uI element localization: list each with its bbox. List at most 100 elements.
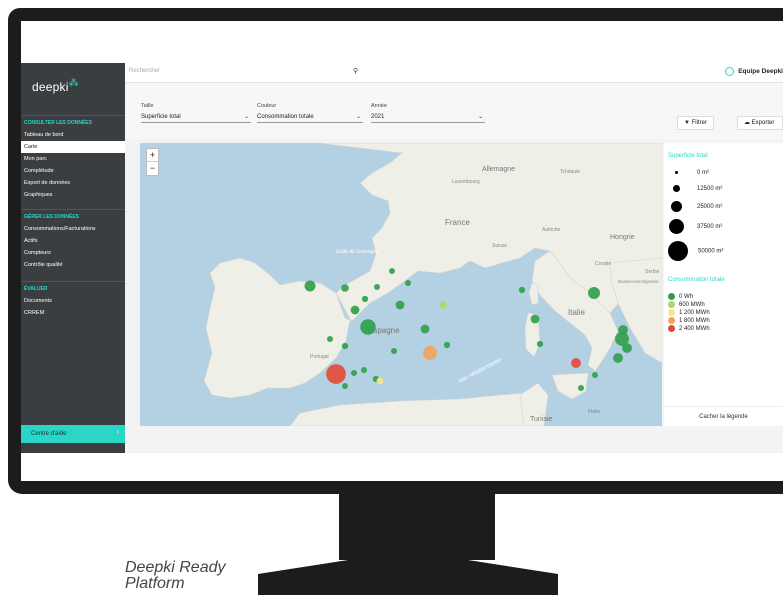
caption: Deepki Ready Platform [125,560,226,592]
size-filter-label: Taille [141,103,154,109]
map-label-portugal: Portugal [310,354,329,360]
asset-marker[interactable] [350,305,360,315]
sidebar-item[interactable]: CRREM [21,307,125,319]
color-legend-item: 0 Wh [668,293,693,300]
sidebar: deepki⁂ CONSULTER LES DONNÉES Tableau de … [21,63,125,453]
sidebar-item[interactable]: Carte [21,141,125,153]
asset-marker[interactable] [304,280,316,292]
logo: deepki⁂ [32,78,79,94]
screen-footer [21,453,783,481]
map-label-mer: Mer Méditerranée [458,357,503,385]
size-filter[interactable]: Taille Superficie total ⌄ [141,103,251,123]
map-label-allemagne: Allemagne [482,166,515,173]
help-center-button[interactable]: Centre d'aide › [21,425,125,443]
asset-marker[interactable] [578,385,584,391]
asset-marker[interactable] [389,268,395,274]
size-legend-item: 12500 m² [668,185,722,192]
color-select[interactable]: Consommation totale ⌄ [257,112,363,123]
chevron-down-icon: ⌄ [243,114,249,120]
asset-marker[interactable] [405,280,411,286]
cloud-upload-icon: ☁ [744,120,752,126]
asset-marker[interactable] [439,301,447,309]
sidebar-item[interactable]: Documents [21,295,125,307]
asset-marker[interactable] [571,358,581,368]
export-button[interactable]: ☁ Exporter [737,116,783,130]
asset-marker[interactable] [341,342,349,350]
asset-marker[interactable] [341,284,349,292]
year-filter[interactable]: Année 2021 ⌄ [371,103,485,123]
map-label-autriche: Autriche [542,227,561,233]
map-label-golfe: Golfe de Gascogne [336,249,379,255]
sidebar-item[interactable]: Mon parc [21,153,125,165]
color-legend-dot [668,301,675,308]
land-corsica [528,282,539,306]
map-label-italie: Italie [568,308,585,317]
color-legend-title: Consommation totale [668,277,725,283]
map-legend: Superficie total 0 m² 12500 m² 25000 m² … [664,143,783,426]
sidebar-item[interactable]: Export de données [21,177,125,189]
map-label-france: France [445,218,470,227]
sidebar-section-title: GÉRER LES DONNÉES [21,209,125,223]
asset-marker[interactable] [592,372,598,378]
search-icon[interactable]: ⚲ [353,67,358,75]
map-label-tcheque: Tchéquie [560,169,580,175]
asset-marker[interactable] [395,300,405,310]
asset-marker[interactable] [530,314,540,324]
asset-marker[interactable] [376,377,384,385]
year-select[interactable]: 2021 ⌄ [371,112,485,123]
color-filter[interactable]: Couleur Consommation totale ⌄ [257,103,363,123]
asset-marker[interactable] [622,343,632,353]
zoom-out-button[interactable]: − [147,162,158,175]
caption-line-1: Deepki Ready [125,559,226,576]
asset-marker[interactable] [360,319,376,335]
asset-marker[interactable] [342,383,348,389]
land-north-africa [289,392,533,426]
sidebar-item[interactable]: Actifs [21,235,125,247]
team-selector[interactable]: Equipe Deepki [725,67,783,76]
asset-marker[interactable] [361,295,369,303]
asset-marker[interactable] [423,346,437,360]
hide-legend-button[interactable]: Cacher la légende [664,406,783,426]
monitor-stand-neck [339,494,495,560]
asset-marker[interactable] [391,348,397,354]
filter-icon: ▼ [684,120,692,126]
sidebar-item[interactable]: Consommations/Facturations [21,223,125,235]
asset-marker[interactable] [587,286,601,300]
map-label-malte: Malte [588,409,600,415]
asset-marker[interactable] [536,340,544,348]
map-view[interactable]: Allemagne Luxembourg Tchéquie France Sui… [140,143,662,426]
size-legend-dot [669,219,684,234]
sidebar-item[interactable]: Tableau de bord [21,129,125,141]
color-filter-label: Couleur [257,103,277,109]
team-icon [725,67,735,76]
search-input[interactable]: Rechercher [129,68,369,80]
asset-marker[interactable] [374,284,380,290]
map-label-luxembourg: Luxembourg [452,179,480,185]
chevron-right-icon: › [116,429,119,436]
asset-marker[interactable] [327,336,333,342]
map-label-croatie: Croatie [595,261,611,267]
color-legend-item: 600 MWh [668,301,705,308]
color-legend-item: 2 400 MWh [668,325,710,332]
asset-marker[interactable] [326,364,346,384]
sidebar-section-title: ÉVALUER [21,281,125,295]
asset-marker[interactable] [613,353,623,363]
monitor-scene: Deepki Ready Platform deepki⁂ CONSULTER … [0,0,783,595]
asset-marker[interactable] [420,324,430,334]
size-select[interactable]: Superficie total ⌄ [141,112,251,123]
color-legend-dot [668,325,675,332]
zoom-in-button[interactable]: + [147,149,158,162]
asset-marker[interactable] [351,370,357,376]
asset-marker[interactable] [443,341,451,349]
sidebar-item[interactable]: Complétude [21,165,125,177]
logo-spark-icon: ⁂ [68,78,79,89]
sidebar-item[interactable]: Contrôle qualité [21,259,125,271]
monitor-stand-base [258,560,558,595]
asset-marker[interactable] [361,367,367,373]
size-legend-item: 0 m² [668,170,709,176]
sidebar-item[interactable]: Graphiques [21,189,125,201]
asset-marker[interactable] [518,286,526,294]
sidebar-item[interactable]: Compteurs [21,247,125,259]
content-bottom [125,426,783,453]
filter-button[interactable]: ▼ Filtrer [677,116,714,130]
